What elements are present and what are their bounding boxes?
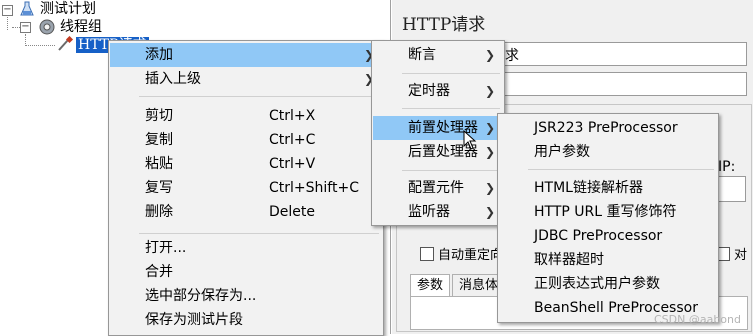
menu-separator	[402, 73, 500, 74]
menu-item-label: JDBC PreProcessor	[534, 228, 663, 244]
tab-parameters[interactable]: 参数	[410, 274, 451, 297]
menu-item-label: 打开...	[145, 240, 187, 256]
chevron-right-icon: ❯	[484, 181, 495, 195]
chevron-right-icon: ❯	[484, 48, 495, 62]
chevron-right-icon: ❯	[484, 121, 495, 135]
menu-item-label: 保存为测试片段	[145, 312, 243, 328]
menu-item-shortcut: Delete	[269, 204, 315, 220]
menu-item-insert-parent[interactable]: 插入上级 ❯	[110, 67, 382, 91]
menu-item-save-selection-as[interactable]: 选中部分保存为...	[110, 284, 382, 308]
menu-item-label: 断言	[408, 47, 436, 63]
tree-label-thread-group: 线程组	[60, 19, 102, 35]
menu-item-regex-user-parameters[interactable]: 正则表达式用户参数	[499, 272, 717, 296]
follow-redirect-checkbox[interactable]	[420, 247, 434, 261]
chevron-right-icon: ❯	[484, 84, 495, 98]
menu-item-shortcut: Ctrl+X	[269, 108, 316, 124]
menu-item-listener[interactable]: 监听器 ❯	[373, 200, 503, 224]
menu-item-copy[interactable]: 复制 Ctrl+C	[110, 128, 382, 152]
preprocessor-submenu: JSR223 PreProcessor 用户参数 HTML链接解析器 HTTP …	[497, 113, 719, 323]
mouse-cursor-icon	[463, 130, 477, 150]
menu-separator	[139, 96, 379, 97]
menu-item-cut[interactable]: 剪切 Ctrl+X	[110, 104, 382, 128]
menu-item-label: 剪切	[145, 108, 173, 124]
menu-item-duplicate[interactable]: 复写 Ctrl+Shift+C	[110, 176, 382, 200]
menu-item-preprocessor[interactable]: 前置处理器 ❯	[373, 116, 503, 140]
gear-icon	[39, 19, 55, 35]
menu-item-label: 合并	[145, 264, 173, 280]
menu-item-jdbc-preprocessor[interactable]: JDBC PreProcessor	[499, 224, 717, 248]
follow-redirect-label: 自动重定向	[438, 248, 504, 263]
tree-connector	[7, 14, 8, 30]
menu-item-sample-timeout[interactable]: 取样器超时	[499, 248, 717, 272]
pipette-icon	[58, 36, 74, 51]
name-field-value: 求	[505, 48, 519, 64]
menu-item-user-parameters[interactable]: 用户参数	[499, 140, 717, 164]
tree-item-thread-group[interactable]: 线程组	[60, 18, 102, 36]
menu-item-save-as-fragment[interactable]: 保存为测试片段	[110, 308, 382, 332]
menu-item-url-rewriting-modifier[interactable]: HTTP URL 重写修饰符	[499, 200, 717, 224]
menu-item-timer[interactable]: 定时器 ❯	[373, 79, 503, 103]
chevron-right-icon: ❯	[484, 145, 495, 159]
tree-connector	[25, 45, 55, 46]
menu-item-label: HTTP URL 重写修饰符	[534, 204, 677, 220]
context-menu: 添加 ❯ 插入上级 ❯ 剪切 Ctrl+X 复制 Ctrl+C 粘贴 Ctrl+…	[108, 40, 384, 336]
chevron-right-icon: ❯	[484, 205, 495, 219]
panel-title: HTTP请求	[402, 15, 486, 35]
menu-item-paste[interactable]: 粘贴 Ctrl+V	[110, 152, 382, 176]
tree-item-test-plan[interactable]: 测试计划	[40, 0, 96, 18]
menu-item-label: HTML链接解析器	[534, 180, 643, 196]
collapse-toggle[interactable]: −	[20, 22, 31, 33]
menu-item-label: 正则表达式用户参数	[534, 276, 660, 292]
menu-item-label: 定时器	[408, 83, 450, 99]
menu-separator	[402, 108, 500, 109]
menu-item-label: 用户参数	[534, 144, 590, 160]
menu-item-postprocessor[interactable]: 后置处理器 ❯	[373, 140, 503, 164]
menu-item-label: 配置元件	[408, 180, 464, 196]
menu-separator	[528, 169, 714, 170]
menu-item-label: 删除	[145, 204, 173, 220]
menu-item-jsr223-preprocessor[interactable]: JSR223 PreProcessor	[499, 116, 717, 140]
menu-item-add[interactable]: 添加 ❯	[110, 43, 382, 67]
flask-icon	[20, 1, 34, 16]
menu-item-label: 插入上级	[145, 71, 201, 87]
menu-item-config-element[interactable]: 配置元件 ❯	[373, 176, 503, 200]
menu-item-label: 复制	[145, 132, 173, 148]
menu-item-shortcut: Ctrl+V	[269, 156, 316, 172]
menu-item-assertion[interactable]: 断言 ❯	[373, 43, 503, 67]
menu-item-label: 选中部分保存为...	[145, 288, 257, 304]
menu-item-label: 添加	[145, 47, 173, 63]
option-label: 对	[734, 248, 748, 263]
add-submenu: 断言 ❯ 定时器 ❯ 前置处理器 ❯ 后置处理器 ❯ 配置元件 ❯ 监听器 ❯	[371, 40, 505, 226]
menu-separator	[139, 233, 379, 234]
menu-item-merge[interactable]: 合并	[110, 260, 382, 284]
menu-item-shortcut: Ctrl+C	[269, 132, 316, 148]
menu-item-label: 粘贴	[145, 156, 173, 172]
menu-item-label: JSR223 PreProcessor	[534, 120, 678, 136]
collapse-toggle[interactable]: −	[2, 5, 13, 16]
menu-item-label: 监听器	[408, 204, 450, 220]
menu-item-label: 取样器超时	[534, 252, 604, 268]
menu-item-label: 复写	[145, 180, 173, 196]
menu-item-open[interactable]: 打开...	[110, 236, 382, 260]
menu-item-shortcut: Ctrl+Shift+C	[269, 180, 359, 196]
menu-item-delete[interactable]: 删除 Delete	[110, 200, 382, 224]
menu-item-html-link-parser[interactable]: HTML链接解析器	[499, 176, 717, 200]
menu-separator	[402, 170, 500, 171]
watermark: CSDN @aabond	[653, 313, 741, 326]
tree-label-test-plan: 测试计划	[40, 1, 96, 17]
